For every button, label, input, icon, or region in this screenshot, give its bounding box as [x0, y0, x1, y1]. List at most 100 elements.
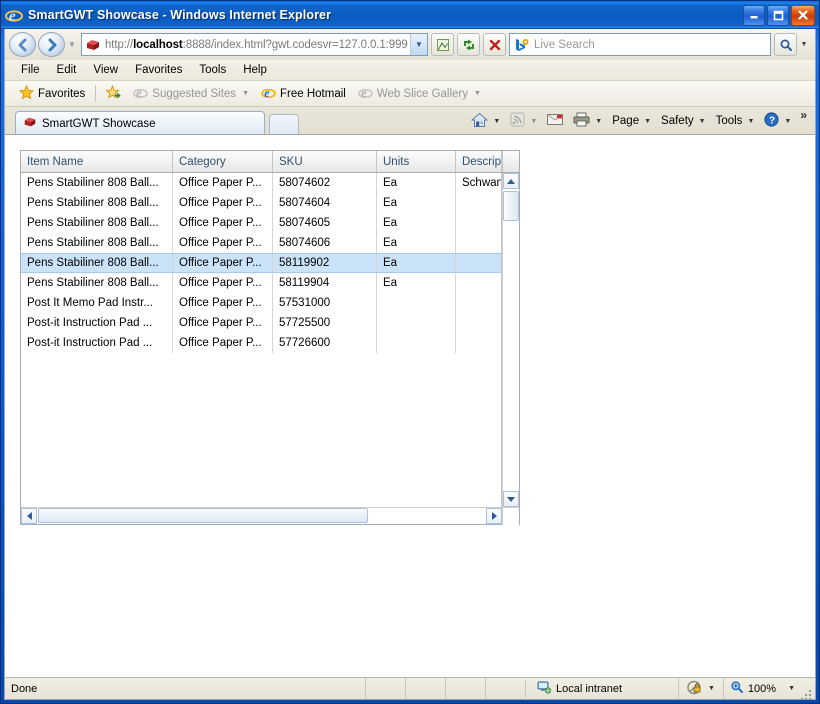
minimize-button[interactable] — [743, 4, 765, 26]
table-cell-descript — [456, 233, 501, 253]
magnifier-icon — [780, 39, 792, 51]
horizontal-scrollbar[interactable] — [21, 507, 519, 525]
status-segment — [405, 677, 445, 699]
zoom-control[interactable]: 100% ▼ — [722, 677, 801, 699]
scroll-left-button[interactable] — [21, 508, 37, 524]
feeds-dropdown-icon[interactable]: ▼ — [530, 118, 537, 125]
table-row[interactable]: Post-it Instruction Pad ... Office Paper … — [21, 313, 501, 333]
table-cell-category: Office Paper P... — [173, 273, 273, 293]
new-tab-button[interactable] — [269, 114, 299, 135]
table-row[interactable]: Pens Stabiliner 808 Ball... Office Paper … — [21, 273, 501, 293]
back-button[interactable] — [9, 32, 36, 57]
chevron-down-icon[interactable]: ▼ — [784, 118, 791, 125]
menu-item-edit[interactable]: Edit — [49, 62, 86, 78]
page-menu-button[interactable]: Page ▼ — [607, 113, 656, 129]
address-bar-url: http://localhost:8888/index.html?gwt.cod… — [105, 38, 408, 51]
table-cell-item: Pens Stabiliner 808 Ball... — [21, 173, 173, 193]
table-cell-units: Ea — [377, 273, 456, 293]
read-mail-button[interactable] — [542, 111, 568, 131]
browser-window: e SmartGWT Showcase - Windows Internet E… — [0, 0, 820, 704]
tab-smartgwt-showcase[interactable]: SmartGWT Showcase — [15, 111, 265, 135]
column-header-units[interactable]: Units — [377, 151, 456, 172]
column-header-sku[interactable]: SKU — [273, 151, 377, 172]
table-row[interactable]: Pens Stabiliner 808 Ball... Office Paper … — [21, 253, 501, 273]
table-cell-descript — [456, 273, 501, 293]
vertical-scrollbar-thumb[interactable] — [503, 191, 519, 221]
stop-button[interactable] — [483, 33, 506, 56]
table-cell-descript: Schwan — [462, 177, 501, 189]
resize-grip[interactable] — [801, 678, 815, 699]
column-header-item-name[interactable]: Item Name — [21, 151, 173, 172]
safety-menu-button[interactable]: Safety ▼ — [656, 113, 711, 129]
chevron-down-icon[interactable]: ▼ — [747, 118, 754, 125]
chevron-down-icon[interactable]: ▼ — [788, 685, 795, 692]
horizontal-scrollbar-track[interactable] — [37, 508, 486, 524]
table-cell-units: Ea — [377, 173, 456, 193]
close-button[interactable] — [791, 4, 815, 26]
vertical-scrollbar-track[interactable] — [503, 189, 519, 491]
chevron-down-icon[interactable]: ▼ — [474, 90, 481, 97]
favorites-bar-item-label: Suggested Sites — [152, 87, 237, 100]
feeds-button[interactable]: ▼ — [505, 110, 542, 132]
tools-menu-label: Tools — [715, 115, 743, 127]
menu-item-tools[interactable]: Tools — [191, 62, 235, 78]
vertical-scrollbar[interactable] — [502, 173, 519, 507]
list-grid-header: Item Name Category SKU Units Descript — [21, 151, 519, 173]
forward-button[interactable] — [38, 32, 65, 57]
menu-item-view[interactable]: View — [85, 62, 127, 78]
print-button[interactable]: ▼ — [568, 110, 607, 132]
chevron-down-icon[interactable]: ▼ — [644, 118, 651, 125]
scroll-down-button[interactable] — [503, 491, 519, 507]
refresh-button[interactable] — [457, 33, 480, 56]
maximize-button[interactable] — [767, 4, 789, 26]
table-cell-descript — [456, 254, 501, 272]
search-provider-dropdown[interactable]: ▼ — [797, 33, 811, 56]
menu-item-file[interactable]: File — [13, 62, 49, 78]
favorites-bar-item-suggested-sites[interactable]: e Suggested Sites ▼ — [127, 83, 255, 105]
column-header-category[interactable]: Category — [173, 151, 273, 172]
address-bar[interactable]: http://localhost:8888/index.html?gwt.cod… — [81, 33, 428, 56]
table-row[interactable]: Post-it Instruction Pad ... Office Paper … — [21, 333, 501, 353]
window-controls — [743, 4, 815, 26]
command-bar: ▼ ▼ ▼ Page ▼ Safety ▼ Tools ▼ ? ▼ » — [466, 108, 815, 134]
table-row[interactable]: Pens Stabiliner 808 Ball... Office Paper … — [21, 193, 501, 213]
home-button[interactable]: ▼ — [466, 110, 505, 133]
zoom-level-label: 100% — [747, 682, 777, 695]
add-to-favorites-bar-button[interactable] — [100, 83, 127, 105]
search-box[interactable]: Live Search — [509, 33, 771, 56]
table-row[interactable]: Pens Stabiliner 808 Ball... Office Paper … — [21, 233, 501, 253]
help-menu-button[interactable]: ? ▼ — [759, 110, 796, 132]
favorites-bar-item-free-hotmail[interactable]: e Free Hotmail — [255, 83, 352, 105]
scroll-right-button[interactable] — [486, 508, 502, 524]
address-dropdown-button[interactable]: ▼ — [410, 34, 427, 55]
table-cell-item: Pens Stabiliner 808 Ball... — [21, 273, 173, 293]
table-row[interactable]: Pens Stabiliner 808 Ball... Office Paper … — [21, 213, 501, 233]
table-cell-sku: 57725500 — [273, 313, 377, 333]
menu-item-favorites[interactable]: Favorites — [127, 62, 191, 78]
compatibility-view-button[interactable] — [431, 33, 454, 56]
favorites-bar-item-web-slice-gallery[interactable]: e Web Slice Gallery ▼ — [352, 83, 487, 105]
command-bar-overflow-button[interactable]: » — [796, 108, 811, 122]
table-row[interactable]: Pens Stabiliner 808 Ball... Office Paper … — [21, 173, 501, 193]
tools-menu-button[interactable]: Tools ▼ — [711, 113, 760, 129]
favorites-button[interactable]: Favorites — [13, 83, 91, 105]
tab-label: SmartGWT Showcase — [42, 117, 156, 130]
chevron-down-icon[interactable]: ▼ — [242, 90, 249, 97]
scroll-up-button[interactable] — [503, 173, 519, 189]
header-scrollbar-spacer — [502, 151, 519, 172]
column-header-descript[interactable]: Descript — [456, 151, 502, 172]
menu-item-help[interactable]: Help — [235, 62, 276, 78]
protected-mode-indicator[interactable]: ▼ — [677, 677, 723, 699]
search-input[interactable]: Live Search — [534, 39, 770, 51]
print-dropdown-icon[interactable]: ▼ — [595, 118, 602, 125]
table-row[interactable]: Post It Memo Pad Instr... Office Paper P.… — [21, 293, 501, 313]
chevron-down-icon[interactable]: ▼ — [708, 685, 715, 692]
recent-pages-dropdown[interactable]: ▼ — [65, 32, 79, 57]
search-go-button[interactable] — [774, 33, 797, 56]
protected-mode-lock-icon — [687, 680, 703, 698]
horizontal-scrollbar-thumb[interactable] — [38, 508, 368, 523]
svg-text:?: ? — [769, 116, 775, 127]
home-dropdown-icon[interactable]: ▼ — [493, 118, 500, 125]
security-zone-indicator[interactable]: Local intranet — [525, 679, 678, 698]
chevron-down-icon[interactable]: ▼ — [699, 118, 706, 125]
